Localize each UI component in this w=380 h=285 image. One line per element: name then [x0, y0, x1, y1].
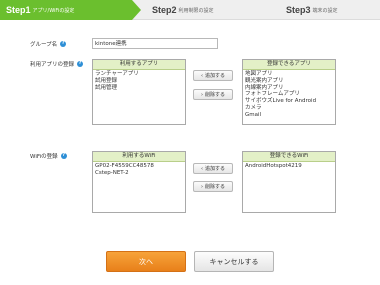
list-item[interactable]: 試用登録	[95, 78, 183, 85]
step2-number: Step2	[152, 5, 177, 15]
chevron-right-icon: ›	[200, 91, 203, 98]
chevron-left-icon: ‹	[200, 72, 203, 79]
list-item[interactable]: ランチャーアプリ	[95, 71, 183, 78]
chevron-left-icon: ‹	[200, 165, 203, 172]
add-app-label: 追加する	[204, 73, 225, 79]
apps-row: 利用アプリの登録 ?	[30, 59, 84, 68]
next-button[interactable]: 次へ	[106, 251, 186, 272]
chevron-right-icon: ›	[200, 183, 203, 190]
used-wifi-list[interactable]: 利用するWiFi GP02-F4559CC48578 Cstep-NET-2	[92, 151, 186, 213]
list-item[interactable]: サイボウズLive for Android	[245, 98, 333, 105]
used-apps-header: 利用するアプリ	[93, 60, 185, 70]
add-wifi-button[interactable]: ‹ 追加する	[193, 163, 233, 174]
step3-label: 端末の設定	[312, 7, 338, 14]
remove-app-label: 削除する	[204, 92, 225, 98]
list-item[interactable]: Cstep-NET-2	[95, 170, 183, 177]
step-tabs: Step1 アプリ/WiFiの設定 Step2 利用制限の設定 Step3 端末…	[0, 0, 380, 20]
step3-number: Step3	[286, 5, 311, 15]
group-name-row: グループ名 ?	[30, 38, 67, 49]
apps-label: 利用アプリの登録	[30, 61, 75, 68]
tab-step2[interactable]: Step2 利用制限の設定	[152, 0, 214, 20]
group-name-label: グループ名	[30, 41, 58, 48]
step2-label: 利用制限の設定	[178, 7, 214, 14]
wifi-label: WiFiの登録	[30, 153, 58, 160]
list-item[interactable]: Gmail	[245, 112, 333, 119]
help-icon[interactable]: ?	[77, 60, 84, 67]
tab-step1[interactable]: Step1 アプリ/WiFiの設定	[0, 0, 141, 20]
list-item[interactable]: 観光案内アプリ	[245, 78, 333, 85]
available-apps-list[interactable]: 登録できるアプリ 地図アプリ 観光案内アプリ 内線案内アプリ フォトフレームアプ…	[242, 59, 336, 125]
add-app-button[interactable]: ‹ 追加する	[193, 70, 233, 81]
help-icon[interactable]: ?	[60, 152, 67, 159]
step1-label: アプリ/WiFiの設定	[32, 7, 75, 14]
help-icon[interactable]: ?	[60, 40, 67, 47]
cancel-button[interactable]: キャンセルする	[194, 251, 274, 272]
used-apps-list[interactable]: 利用するアプリ ランチャーアプリ 試用登録 試用管理	[92, 59, 186, 125]
available-wifi-header: 登録できるWiFi	[243, 152, 335, 162]
step1-number: Step1	[6, 5, 31, 15]
list-item[interactable]: カメラ	[245, 105, 333, 112]
list-item[interactable]: GP02-F4559CC48578	[95, 163, 183, 170]
tab-step3[interactable]: Step3 端末の設定	[286, 0, 338, 20]
available-apps-header: 登録できるアプリ	[243, 60, 335, 70]
remove-wifi-label: 削除する	[204, 184, 225, 190]
list-item[interactable]: 試用管理	[95, 85, 183, 92]
list-item[interactable]: 地図アプリ	[245, 71, 333, 78]
available-wifi-list[interactable]: 登録できるWiFi AndroidHotspot4219	[242, 151, 336, 213]
remove-wifi-button[interactable]: › 削除する	[193, 181, 233, 192]
wifi-row: WiFiの登録 ?	[30, 151, 67, 160]
add-wifi-label: 追加する	[204, 166, 225, 172]
used-wifi-header: 利用するWiFi	[93, 152, 185, 162]
list-item[interactable]: AndroidHotspot4219	[245, 163, 333, 170]
remove-app-button[interactable]: › 削除する	[193, 89, 233, 100]
group-name-input[interactable]: kintone連携	[92, 38, 218, 49]
